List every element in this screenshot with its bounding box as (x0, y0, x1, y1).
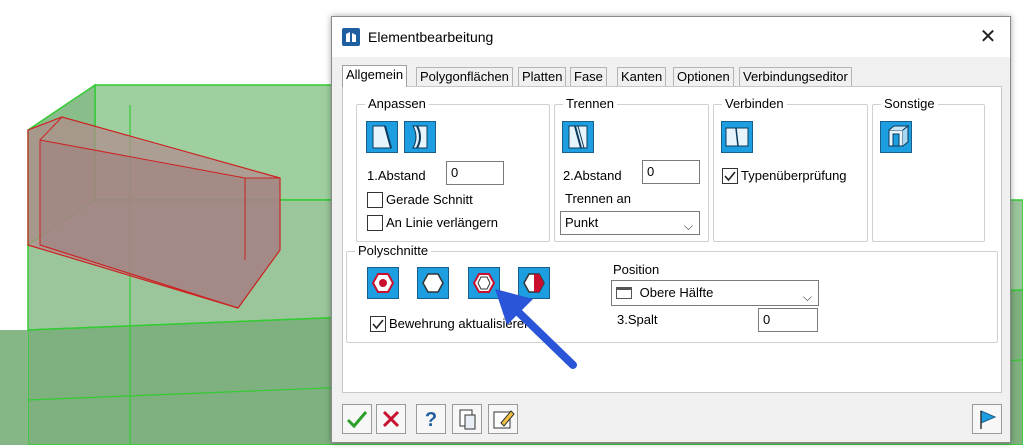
typenueberpruefung-label: Typenüberprüfung (741, 168, 847, 183)
tab-verbindungseditor[interactable]: Verbindungseditor (739, 67, 852, 86)
fit-cut-tool-icon[interactable] (366, 121, 398, 153)
tab-panel-allgemein: Anpassen 1.Abstand 0 Gerade Schnitt An L… (342, 86, 1002, 393)
trennen-an-select[interactable]: Punkt ⌵ (560, 211, 700, 235)
group-title-sonstige: Sonstige (881, 96, 938, 111)
dialog-title: Elementbearbeitung (368, 29, 494, 45)
gerade-schnitt-label: Gerade Schnitt (386, 192, 473, 207)
svg-text:?: ? (425, 409, 437, 431)
spalt-input[interactable]: 0 (758, 308, 818, 332)
annotation-arrow (495, 289, 577, 369)
help-button[interactable]: ? (416, 404, 446, 434)
group-sonstige: Sonstige (872, 96, 985, 242)
cancel-button[interactable] (376, 404, 406, 434)
chevron-down-icon: ⌵ (683, 219, 693, 233)
group-title-anpassen: Anpassen (365, 96, 429, 111)
group-title-polyschnitte: Polyschnitte (355, 243, 432, 258)
polycut-full-icon[interactable] (367, 267, 399, 299)
element-edit-dialog: Elementbearbeitung ✕ Allgemein Polygonfl… (331, 16, 1011, 443)
tab-optionen[interactable]: Optionen (673, 67, 734, 86)
close-icon[interactable]: ✕ (972, 23, 1004, 51)
document-icon[interactable] (452, 404, 482, 434)
ok-button[interactable] (342, 404, 372, 434)
gerade-schnitt-checkbox[interactable] (367, 192, 383, 208)
edit-pencil-icon[interactable] (488, 404, 518, 434)
abstand1-input[interactable]: 0 (446, 161, 504, 185)
polycut-outline-icon[interactable] (417, 267, 449, 299)
fit-curved-tool-icon[interactable] (404, 121, 436, 153)
group-trennen: Trennen 2.Abstand 0 Trennen an Punkt ⌵ (554, 96, 709, 242)
group-title-trennen: Trennen (563, 96, 617, 111)
app-icon (342, 28, 360, 46)
other-tool-icon[interactable] (880, 121, 912, 153)
tab-kanten[interactable]: Kanten (617, 67, 667, 86)
tab-allgemein[interactable]: Allgemein (342, 65, 408, 87)
group-title-verbinden: Verbinden (722, 96, 787, 111)
abstand2-input[interactable]: 0 (642, 160, 700, 184)
group-verbinden: Verbinden Typenüberprüfung (713, 96, 868, 242)
chevron-down-icon: ⌵ (802, 290, 812, 304)
trennen-an-value: Punkt (565, 215, 599, 230)
position-label: Position (613, 262, 660, 277)
tab-polygonflaechen[interactable]: Polygonflächen (416, 67, 513, 86)
typenueberpruefung-checkbox[interactable] (722, 168, 738, 184)
bewehrung-checkbox[interactable] (370, 316, 386, 332)
group-polyschnitte: Polyschnitte Bewehrung aktualisieren Pos… (346, 243, 998, 343)
position-select[interactable]: Obere Hälfte ⌵ (611, 280, 819, 306)
an-linie-checkbox[interactable] (367, 215, 383, 231)
tab-platten[interactable]: Platten (518, 67, 567, 86)
join-tool-icon[interactable] (721, 121, 753, 153)
spalt-label: 3.Spalt (617, 312, 658, 327)
trennen-an-label: Trennen an (565, 191, 632, 206)
split-tool-icon[interactable] (562, 121, 594, 153)
pin-flag-icon[interactable] (972, 404, 1002, 434)
title-bar: Elementbearbeitung ✕ (332, 17, 1010, 57)
half-position-icon (616, 287, 632, 299)
tab-fase[interactable]: Fase (570, 67, 607, 86)
position-value: Obere Hälfte (639, 285, 714, 300)
group-anpassen: Anpassen 1.Abstand 0 Gerade Schnitt An L… (356, 96, 550, 242)
abstand1-label: 1.Abstand (367, 168, 426, 183)
an-linie-label: An Linie verlängern (386, 215, 499, 230)
abstand2-label: 2.Abstand (563, 168, 622, 183)
